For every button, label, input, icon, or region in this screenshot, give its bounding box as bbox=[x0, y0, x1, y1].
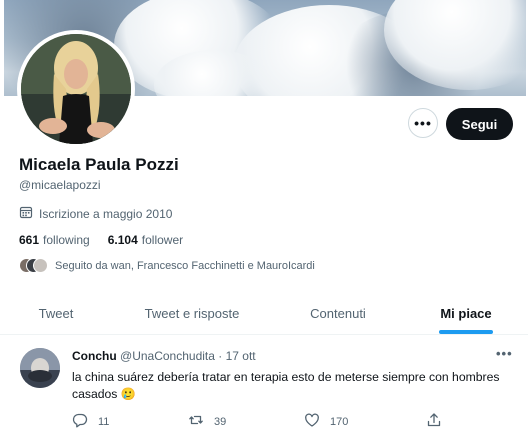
followers-you-know-avatars bbox=[19, 258, 49, 274]
display-name: Micaela Paula Pozzi bbox=[19, 155, 179, 174]
tab-tweet-e-risposte[interactable]: Tweet e risposte bbox=[112, 293, 272, 334]
tab-mi-piace[interactable]: Mi piace bbox=[404, 293, 528, 334]
retweet-count: 39 bbox=[214, 415, 227, 428]
join-date-text: Iscrizione a maggio 2010 bbox=[39, 206, 173, 221]
following-link[interactable]: 661 following bbox=[19, 233, 90, 247]
follower-count: 6.104 bbox=[107, 233, 138, 247]
profile-handle: @micaelapozzi bbox=[19, 178, 101, 192]
tweet-author-avatar[interactable] bbox=[20, 348, 60, 388]
more-icon: ••• bbox=[414, 115, 432, 131]
following-label: following bbox=[43, 233, 90, 247]
tweet-text: la china suárez debería tratar en terapi… bbox=[72, 370, 500, 401]
join-date: Iscrizione a maggio 2010 bbox=[19, 205, 172, 222]
reply-icon bbox=[72, 412, 88, 431]
follow-stats: 661 following 6.104 follower bbox=[19, 233, 183, 247]
tweet-date[interactable]: 17 ott bbox=[226, 349, 256, 363]
reply-button[interactable]: 11 bbox=[72, 412, 109, 431]
tab-contenuti[interactable]: Contenuti bbox=[272, 293, 404, 334]
share-button[interactable] bbox=[426, 412, 442, 431]
followed-by[interactable]: Seguito da wan, Francesco Facchinetti e … bbox=[19, 258, 315, 274]
followed-by-text: Seguito da wan, Francesco Facchinetti e … bbox=[55, 260, 315, 272]
follow-button[interactable]: Segui bbox=[446, 108, 513, 140]
profile-avatar[interactable] bbox=[17, 30, 135, 148]
profile-tabs: Tweet Tweet e risposte Contenuti Mi piac… bbox=[0, 293, 528, 335]
tweet-actions: 11 39 170 bbox=[72, 412, 452, 432]
tweet[interactable]: Conchu @UnaConchudita · 17 ott ••• la ch… bbox=[0, 340, 528, 442]
like-button[interactable]: 170 bbox=[304, 412, 348, 431]
reply-count: 11 bbox=[98, 415, 110, 428]
tweet-more-icon[interactable]: ••• bbox=[496, 346, 513, 361]
share-icon bbox=[426, 412, 442, 431]
tweet-author-name[interactable]: Conchu bbox=[72, 349, 117, 363]
calendar-icon bbox=[19, 205, 33, 222]
like-icon bbox=[304, 412, 320, 431]
retweet-button[interactable]: 39 bbox=[188, 412, 226, 431]
tweet-header: Conchu @UnaConchudita · 17 ott bbox=[72, 349, 256, 363]
tweet-author-handle[interactable]: @UnaConchudita bbox=[120, 349, 215, 363]
tweet-separator: · bbox=[218, 349, 223, 363]
retweet-icon bbox=[188, 412, 204, 431]
follower-label: follower bbox=[141, 233, 184, 247]
more-options-button[interactable]: ••• bbox=[408, 108, 438, 138]
like-count: 170 bbox=[330, 415, 349, 428]
following-count: 661 bbox=[19, 233, 40, 247]
tab-tweet[interactable]: Tweet bbox=[0, 293, 112, 334]
followers-link[interactable]: 6.104 follower bbox=[108, 233, 183, 247]
